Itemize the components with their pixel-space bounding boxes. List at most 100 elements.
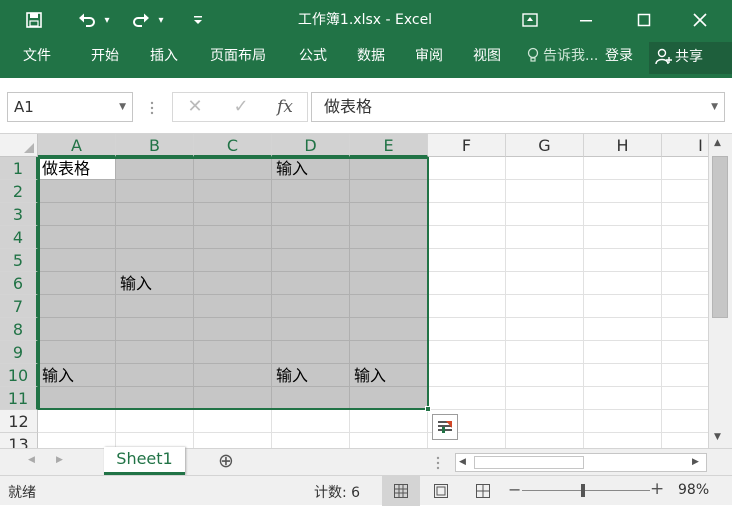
horizontal-scroll-thumb[interactable] [474,456,584,469]
cell-a7[interactable] [38,295,116,318]
cell-a3[interactable] [38,203,116,226]
cell-b9[interactable] [116,341,194,364]
cell-d4[interactable] [272,226,350,249]
cell-b12[interactable] [116,410,194,433]
cell-a8[interactable] [38,318,116,341]
zoom-slider[interactable] [522,490,650,491]
name-box[interactable]: A1 ▼ [7,92,133,122]
cell-d7[interactable] [272,295,350,318]
zoom-level[interactable]: 98% [678,482,709,498]
zoom-slider-thumb[interactable] [581,484,585,497]
cell-i1[interactable] [662,157,708,180]
cell-e7[interactable] [350,295,428,318]
cell-g5[interactable] [506,249,584,272]
tab-split-handle-icon[interactable] [436,455,440,470]
column-header-c[interactable]: C [194,134,272,157]
cell-g3[interactable] [506,203,584,226]
tab-review[interactable]: 审阅 [406,40,452,74]
cell-f2[interactable] [428,180,506,203]
cell-i4[interactable] [662,226,708,249]
cell-g12[interactable] [506,410,584,433]
cell-a5[interactable] [38,249,116,272]
normal-view-button[interactable] [382,476,420,506]
cell-e5[interactable] [350,249,428,272]
column-header-g[interactable]: G [506,134,584,157]
cell-h3[interactable] [584,203,662,226]
worksheet-grid[interactable]: ABCDEFGHI 1 2 3 4 5 6 7 8 9 10 11 12 13 做表格 输入 输入 输入 输入输… [0,134,708,448]
cell-d2[interactable] [272,180,350,203]
cell-c1[interactable] [194,157,272,180]
cell-h8[interactable] [584,318,662,341]
share-button[interactable]: 共享 [649,42,732,74]
drag-handle-icon[interactable] [150,100,154,115]
cell-b3[interactable] [116,203,194,226]
row-header-1[interactable]: 1 [0,157,38,180]
column-header-h[interactable]: H [584,134,662,157]
chevron-down-icon[interactable]: ▼ [119,93,126,121]
horizontal-scrollbar[interactable]: ◀ ▶ [455,453,707,472]
cell-g2[interactable] [506,180,584,203]
vertical-scroll-thumb[interactable] [712,156,728,318]
select-all-corner[interactable] [0,134,38,157]
tell-me-search[interactable]: 告诉我... [527,40,598,74]
cell-i3[interactable] [662,203,708,226]
cell-g11[interactable] [506,387,584,410]
cell-g13[interactable] [506,433,584,448]
row-header-4[interactable]: 4 [0,226,38,249]
prev-sheet-icon[interactable]: ◀ [28,455,35,465]
cell-f5[interactable] [428,249,506,272]
tab-view[interactable]: 视图 [464,40,510,74]
cell-f1[interactable] [428,157,506,180]
row-header-12[interactable]: 12 [0,410,38,433]
scroll-left-icon[interactable]: ◀ [459,457,466,467]
cell-c8[interactable] [194,318,272,341]
fill-handle[interactable] [425,406,431,412]
cell-c9[interactable] [194,341,272,364]
cell-g10[interactable] [506,364,584,387]
column-header-d[interactable]: D [272,134,350,157]
quick-analysis-button[interactable] [432,414,458,440]
cell-c2[interactable] [194,180,272,203]
cell-b10[interactable] [116,364,194,387]
scroll-up-icon[interactable]: ▲ [714,138,721,148]
cell-i8[interactable] [662,318,708,341]
page-layout-view-icon[interactable] [434,484,448,502]
cell-c7[interactable] [194,295,272,318]
cell-h7[interactable] [584,295,662,318]
row-header-10[interactable]: 10 [0,364,38,387]
cell-f8[interactable] [428,318,506,341]
cell-h2[interactable] [584,180,662,203]
cell-a1[interactable]: 做表格 [38,157,116,180]
cell-d13[interactable] [272,433,350,448]
tab-file[interactable]: 文件 [14,40,60,74]
cell-e8[interactable] [350,318,428,341]
row-header-5[interactable]: 5 [0,249,38,272]
tab-page-layout[interactable]: 页面布局 [199,40,277,74]
cell-f4[interactable] [428,226,506,249]
cell-c10[interactable] [194,364,272,387]
cell-e12[interactable] [350,410,428,433]
row-header-7[interactable]: 7 [0,295,38,318]
cell-e13[interactable] [350,433,428,448]
cell-g8[interactable] [506,318,584,341]
next-sheet-icon[interactable]: ▶ [56,455,63,465]
cell-d9[interactable] [272,341,350,364]
cell-g9[interactable] [506,341,584,364]
cell-d3[interactable] [272,203,350,226]
cell-e9[interactable] [350,341,428,364]
cell-d11[interactable] [272,387,350,410]
cell-h6[interactable] [584,272,662,295]
cell-h10[interactable] [584,364,662,387]
cell-i11[interactable] [662,387,708,410]
cell-f10[interactable] [428,364,506,387]
cell-i13[interactable] [662,433,708,448]
row-header-9[interactable]: 9 [0,341,38,364]
cell-i10[interactable] [662,364,708,387]
add-sheet-icon[interactable]: ⊕ [218,450,234,472]
cell-b13[interactable] [116,433,194,448]
cell-f3[interactable] [428,203,506,226]
enter-icon[interactable]: ✓ [226,92,256,122]
maximize-icon[interactable] [632,8,656,32]
undo-dropdown-icon[interactable]: ▾ [100,8,114,32]
tab-home[interactable]: 开始 [82,40,128,74]
